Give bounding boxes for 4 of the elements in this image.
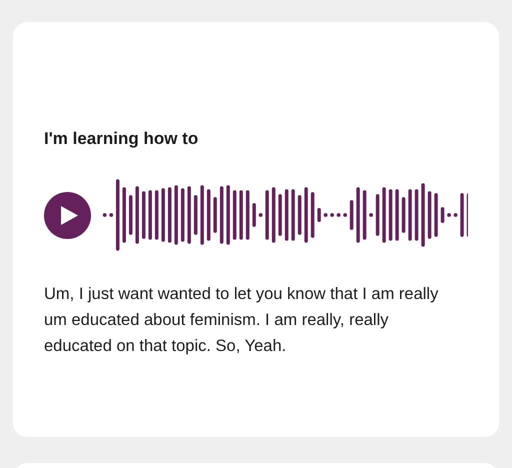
card-title: I'm learning how to bbox=[44, 128, 200, 150]
transcript-text: Um, I just want wanted to let you know that I am really um educated about feminism. I am really, really educated on that topic. So, Yeah. bbox=[44, 284, 440, 357]
play-button[interactable] bbox=[44, 192, 91, 238]
play-icon bbox=[60, 206, 78, 224]
